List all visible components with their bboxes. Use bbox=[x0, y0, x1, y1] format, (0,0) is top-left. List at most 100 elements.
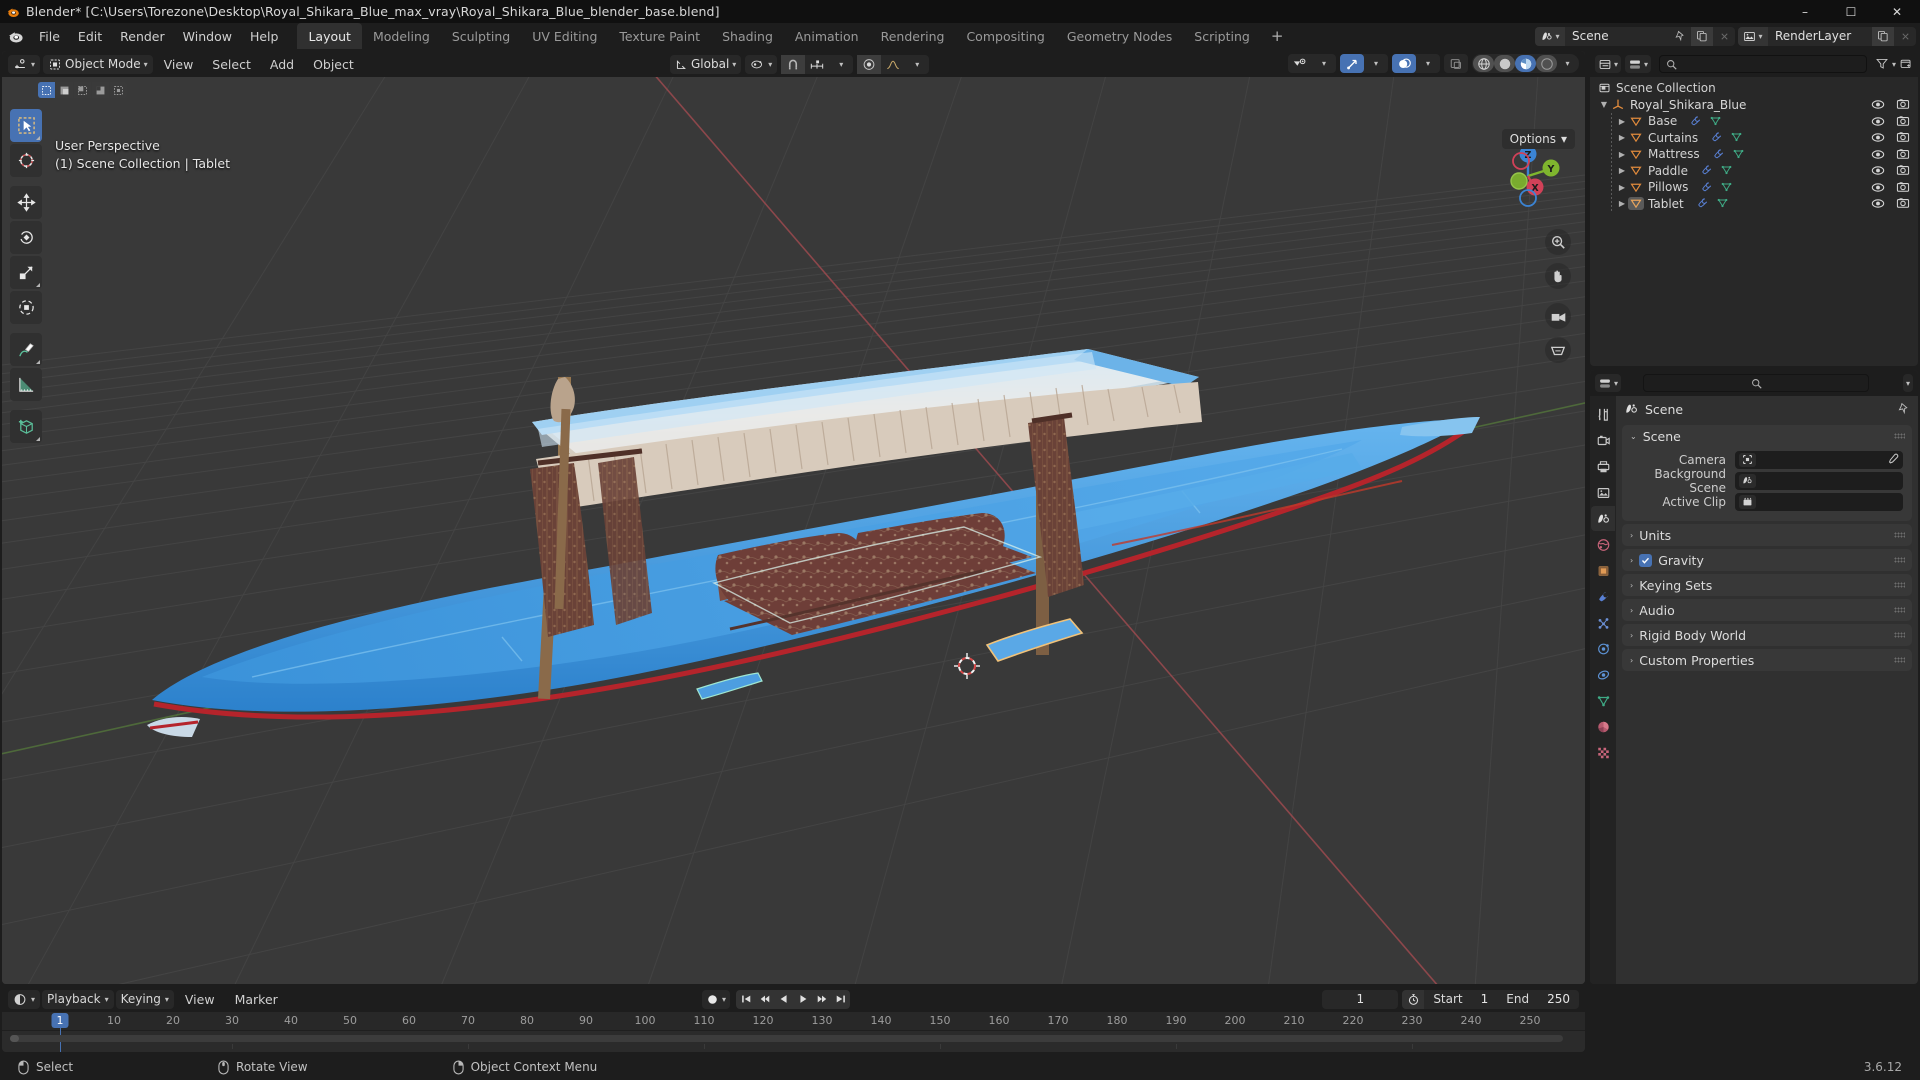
properties-tab-scene[interactable] bbox=[1591, 506, 1615, 531]
delete-view-layer-icon[interactable] bbox=[1894, 27, 1916, 46]
play-reverse-button[interactable] bbox=[774, 990, 793, 1009]
select-subtract-icon[interactable] bbox=[74, 82, 91, 98]
pivot-point-selector[interactable]: ▾ bbox=[745, 54, 778, 74]
toggle-xray-icon[interactable] bbox=[1444, 54, 1468, 73]
select-intersect-icon[interactable] bbox=[110, 82, 127, 98]
properties-search-input[interactable] bbox=[1643, 374, 1869, 392]
zoom-view-button[interactable] bbox=[1545, 229, 1571, 255]
outliner-row-base[interactable]: ▶ Base bbox=[1590, 113, 1918, 130]
menu-help[interactable]: Help bbox=[241, 26, 288, 47]
scale-tool[interactable] bbox=[10, 256, 42, 289]
tab-modeling[interactable]: Modeling bbox=[362, 23, 441, 49]
scene-icon[interactable] bbox=[1739, 473, 1756, 488]
view-layer-icon[interactable]: ▾ bbox=[1738, 26, 1768, 46]
outliner-row-pillows[interactable]: ▶ Pillows bbox=[1590, 179, 1918, 196]
toggle-perspective-button[interactable] bbox=[1545, 337, 1571, 363]
disclosure-triangle-icon[interactable]: ▶ bbox=[1616, 150, 1628, 159]
add-cube-tool[interactable] bbox=[10, 410, 42, 443]
outliner-row-paddle[interactable]: ▶ Paddle bbox=[1590, 163, 1918, 180]
maximize-button[interactable]: ☐ bbox=[1828, 0, 1874, 23]
move-view-button[interactable] bbox=[1545, 263, 1571, 289]
snap-magnet-icon[interactable] bbox=[781, 54, 806, 74]
proportional-edit-icon[interactable] bbox=[857, 54, 882, 74]
play-button[interactable] bbox=[793, 990, 812, 1009]
solid-shading-icon[interactable] bbox=[1494, 55, 1515, 72]
wireframe-shading-icon[interactable] bbox=[1473, 55, 1494, 72]
tab-geometry-nodes[interactable]: Geometry Nodes bbox=[1056, 23, 1183, 49]
cursor-tool[interactable] bbox=[10, 144, 42, 177]
modifier-icon[interactable] bbox=[1689, 112, 1702, 131]
end-frame-label[interactable]: End bbox=[1497, 990, 1538, 1009]
tab-texture-paint[interactable]: Texture Paint bbox=[608, 23, 711, 49]
panel-custom-properties-header[interactable]: › Custom Properties bbox=[1622, 649, 1912, 671]
outliner-editor-type-button[interactable]: ▾ bbox=[1595, 55, 1622, 73]
end-frame-value[interactable]: 250 bbox=[1538, 990, 1579, 1009]
3d-viewport[interactable]: ▾ Object Mode ▾ View Select Add Object G… bbox=[2, 51, 1585, 984]
properties-tab-constraints[interactable] bbox=[1591, 662, 1615, 687]
pin-scene-icon[interactable] bbox=[1669, 27, 1691, 46]
properties-tab-texture[interactable] bbox=[1591, 740, 1615, 765]
gravity-checkbox[interactable] bbox=[1639, 553, 1653, 567]
timeline-horizontal-scrollbar[interactable] bbox=[10, 1035, 1563, 1042]
scene-selector[interactable]: ▾ Scene bbox=[1535, 26, 1735, 46]
panel-grip[interactable] bbox=[1894, 607, 1905, 613]
snap-dropdown-icon[interactable]: ▾ bbox=[829, 55, 853, 74]
background-scene-field[interactable] bbox=[1735, 471, 1903, 490]
tweak-select-tool[interactable] bbox=[10, 109, 42, 142]
modifier-icon[interactable] bbox=[1696, 194, 1709, 213]
outliner-display-mode-button[interactable]: ▾ bbox=[1625, 55, 1652, 73]
move-tool[interactable] bbox=[10, 186, 42, 219]
current-frame-field[interactable]: 1 bbox=[1322, 989, 1399, 1009]
timeline-editor-type-button[interactable]: ▾ bbox=[8, 989, 41, 1009]
show-gizmo-icon[interactable] bbox=[1340, 54, 1364, 73]
pin-id-icon[interactable] bbox=[1897, 400, 1910, 419]
minimize-button[interactable]: – bbox=[1782, 0, 1828, 23]
rendered-shading-icon[interactable] bbox=[1536, 55, 1557, 72]
overlays-dropdown-icon[interactable]: ▾ bbox=[1416, 54, 1440, 73]
panel-grip[interactable] bbox=[1894, 433, 1905, 439]
view-layer-selector[interactable]: ▾ RenderLayer bbox=[1738, 26, 1916, 46]
properties-options-button[interactable]: ▾ bbox=[1902, 374, 1913, 392]
disable-in-renders-icon[interactable] bbox=[1896, 194, 1910, 213]
viewport-menu-add[interactable]: Add bbox=[262, 54, 302, 75]
panel-grip[interactable] bbox=[1894, 632, 1905, 638]
jump-to-end-button[interactable] bbox=[831, 990, 850, 1009]
disclosure-triangle-icon[interactable]: ▶ bbox=[1616, 183, 1628, 192]
select-invert-icon[interactable] bbox=[92, 82, 109, 98]
previous-keyframe-button[interactable] bbox=[755, 990, 774, 1009]
outliner-row-curtains[interactable]: ▶ Curtains bbox=[1590, 130, 1918, 147]
disclosure-triangle-icon[interactable]: ▶ bbox=[1616, 133, 1628, 142]
next-keyframe-button[interactable] bbox=[812, 990, 831, 1009]
hide-in-viewport-icon[interactable] bbox=[1871, 194, 1885, 213]
properties-editor-type-button[interactable]: ▾ bbox=[1595, 374, 1622, 392]
timeline-track-area[interactable] bbox=[2, 1025, 1585, 1052]
shading-dropdown-icon[interactable]: ▾ bbox=[1557, 55, 1578, 72]
panel-audio-header[interactable]: › Audio bbox=[1622, 599, 1912, 621]
menu-render[interactable]: Render bbox=[111, 26, 174, 47]
outliner-search-input[interactable] bbox=[1659, 55, 1867, 73]
camera-field[interactable] bbox=[1735, 450, 1903, 469]
properties-tab-object-data[interactable] bbox=[1591, 688, 1615, 713]
properties-tab-tool[interactable] bbox=[1591, 402, 1615, 427]
tab-rendering[interactable]: Rendering bbox=[870, 23, 956, 49]
panel-grip[interactable] bbox=[1894, 557, 1905, 563]
camera-view-button[interactable] bbox=[1545, 303, 1571, 329]
outliner-filter-icon[interactable] bbox=[1875, 55, 1889, 74]
timeline-menu-marker[interactable]: Marker bbox=[226, 992, 287, 1007]
mesh-data-icon[interactable] bbox=[1732, 145, 1745, 164]
active-clip-field[interactable] bbox=[1735, 492, 1903, 511]
select-set-icon[interactable] bbox=[38, 82, 55, 98]
properties-tab-physics[interactable] bbox=[1591, 636, 1615, 661]
disclosure-triangle-icon[interactable]: ▶ bbox=[1616, 117, 1628, 126]
scene-icon[interactable]: ▾ bbox=[1535, 26, 1565, 46]
show-overlays-icon[interactable] bbox=[1392, 54, 1416, 73]
outliner-row-tablet[interactable]: ▶ Tablet bbox=[1590, 196, 1918, 213]
timeline-menu-playback[interactable]: Playback ▾ bbox=[42, 989, 114, 1009]
new-scene-icon[interactable] bbox=[1691, 26, 1713, 46]
editor-type-button[interactable]: ▾ bbox=[8, 54, 41, 74]
properties-editor[interactable]: ▾ ▾ Scene ⌄ Scene Camera Background Scen… bbox=[1590, 370, 1918, 984]
object-visibility-icon[interactable] bbox=[1288, 54, 1312, 73]
annotate-tool[interactable] bbox=[10, 333, 42, 366]
disclosure-triangle-icon[interactable]: ▼ bbox=[1598, 100, 1610, 109]
viewport-menu-select[interactable]: Select bbox=[204, 54, 259, 75]
